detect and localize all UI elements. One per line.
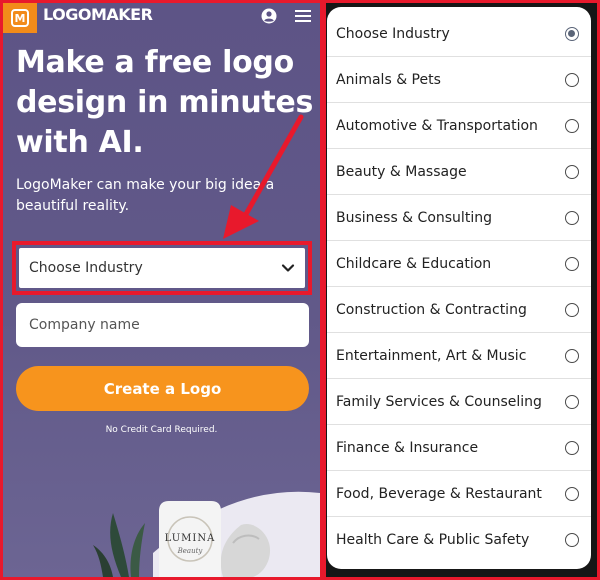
radio-icon[interactable]: [565, 487, 579, 501]
no-credit-card-note: No Credit Card Required.: [105, 425, 218, 435]
industry-option-label: Beauty & Massage: [336, 163, 467, 180]
industry-options-sheet: Choose Industry Animals & Pets Automotiv…: [327, 7, 591, 569]
product-label: LUMINA: [165, 533, 216, 544]
industry-option-label: Entertainment, Art & Music: [336, 347, 527, 364]
radio-icon[interactable]: [565, 119, 579, 133]
industry-option[interactable]: Choose Industry: [327, 11, 591, 57]
industry-option[interactable]: Health Care & Public Safety: [327, 517, 591, 563]
industry-option[interactable]: Family Services & Counseling: [327, 379, 591, 425]
industry-option[interactable]: Food, Beverage & Restaurant: [327, 471, 591, 517]
industry-option-label: Choose Industry: [336, 25, 450, 42]
top-bar: M LOGOMAKER: [3, 3, 320, 33]
industry-option[interactable]: Animals & Pets: [327, 57, 591, 103]
logo-mark: M: [11, 9, 29, 27]
industry-option-label: Construction & Contracting: [336, 301, 527, 318]
radio-icon[interactable]: [565, 441, 579, 455]
hero-product-illustration: LUMINA Beauty: [93, 491, 320, 577]
radio-icon[interactable]: [565, 303, 579, 317]
radio-selected-icon[interactable]: [565, 27, 579, 41]
industry-option-label: Animals & Pets: [336, 71, 441, 88]
industry-option-label: Family Services & Counseling: [336, 393, 542, 410]
radio-icon[interactable]: [565, 533, 579, 547]
industry-option[interactable]: Business & Consulting: [327, 195, 591, 241]
industry-option[interactable]: Childcare & Education: [327, 241, 591, 287]
radio-icon[interactable]: [565, 211, 579, 225]
brand-name[interactable]: LOGOMAKER: [43, 5, 153, 24]
industry-option[interactable]: Finance & Insurance: [327, 425, 591, 471]
headline-line: Make a free logo: [16, 45, 294, 80]
industry-option[interactable]: Construction & Contracting: [327, 287, 591, 333]
industry-select[interactable]: Choose Industry: [19, 248, 305, 288]
create-logo-button[interactable]: Create a Logo: [16, 366, 309, 411]
radio-icon[interactable]: [565, 165, 579, 179]
industry-option[interactable]: Automotive & Transportation: [327, 103, 591, 149]
industry-option[interactable]: Entertainment, Art & Music: [327, 333, 591, 379]
annotation-arrow-icon: [223, 114, 304, 239]
industry-picker-panel: Choose Industry Animals & Pets Automotiv…: [326, 3, 597, 577]
industry-option-label: Finance & Insurance: [336, 439, 479, 456]
company-name-input[interactable]: Company name: [16, 303, 309, 347]
industry-option-label: Health Care & Public Safety: [336, 532, 530, 548]
user-circle-icon[interactable]: [261, 8, 277, 24]
radio-icon[interactable]: [565, 73, 579, 87]
create-logo-label: Create a Logo: [103, 379, 222, 398]
industry-option-label: Automotive & Transportation: [336, 117, 538, 134]
radio-icon[interactable]: [565, 395, 579, 409]
radio-icon[interactable]: [565, 349, 579, 363]
industry-option-label: Food, Beverage & Restaurant: [336, 485, 542, 502]
industry-select-value: Choose Industry: [29, 260, 143, 276]
industry-option-label: Business & Consulting: [336, 209, 492, 226]
landing-panel: M LOGOMAKER Make a free logo design in m…: [3, 3, 320, 577]
hamburger-menu-icon[interactable]: [295, 10, 311, 22]
logo-badge[interactable]: M: [3, 3, 37, 33]
chevron-down-icon: [281, 264, 295, 272]
industry-option[interactable]: Beauty & Massage: [327, 149, 591, 195]
company-name-placeholder: Company name: [29, 317, 140, 333]
product-sublabel: Beauty: [177, 547, 204, 555]
industry-option-label: Childcare & Education: [336, 255, 492, 272]
radio-icon[interactable]: [565, 257, 579, 271]
